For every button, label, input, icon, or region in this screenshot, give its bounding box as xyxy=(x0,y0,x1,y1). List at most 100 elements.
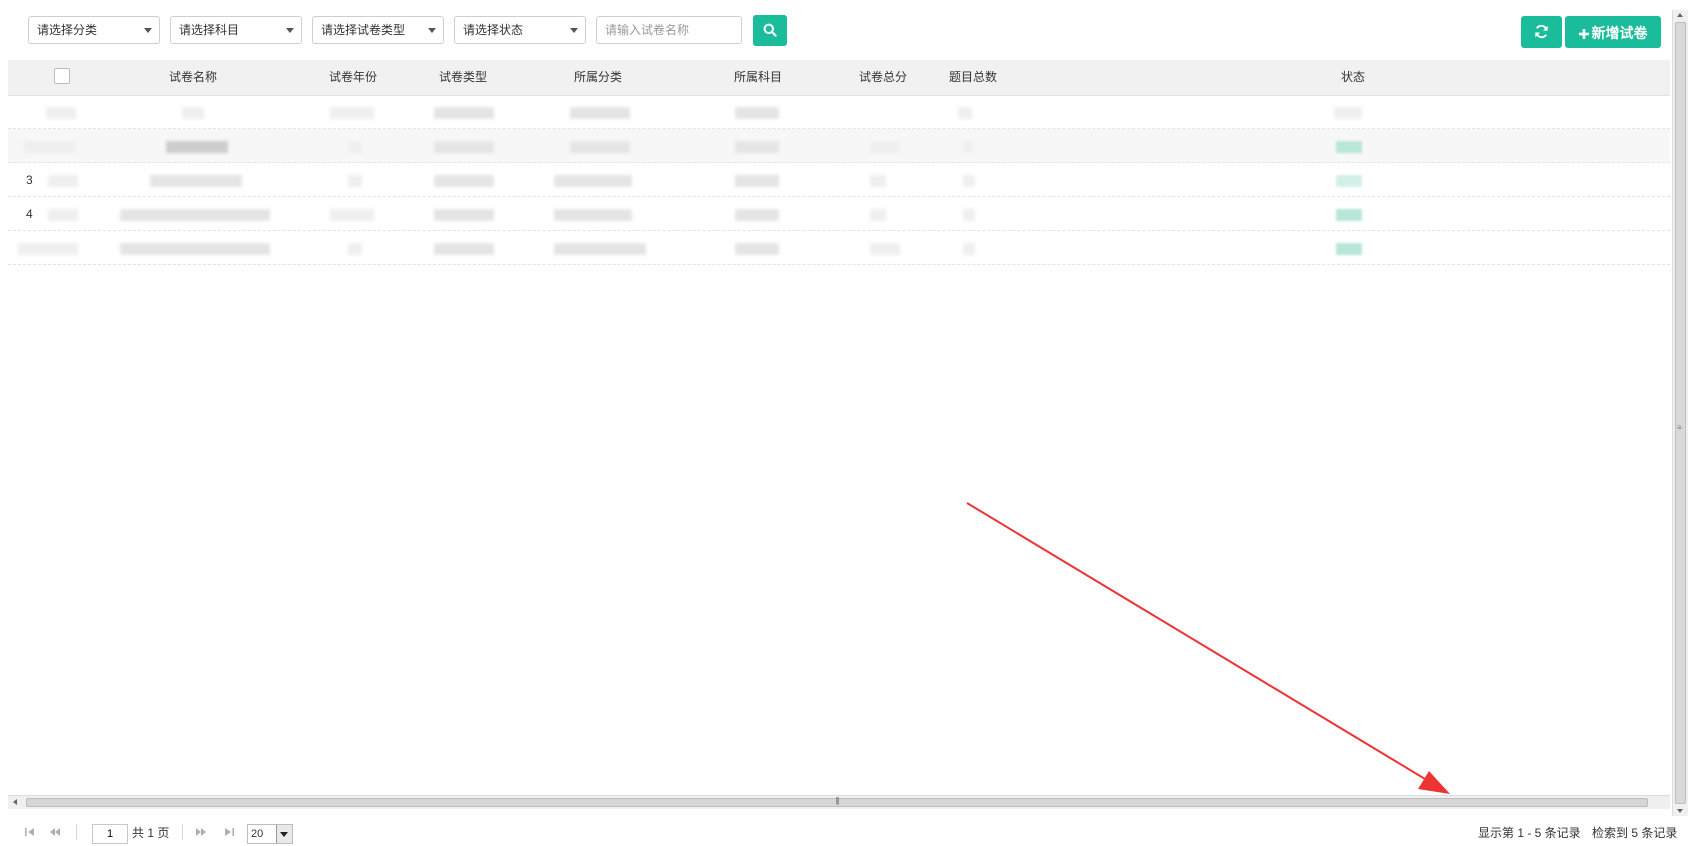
paper-subject-cell xyxy=(735,243,779,255)
total-score-cell xyxy=(870,141,900,153)
table-row[interactable] xyxy=(8,129,1670,163)
paper-type-select[interactable]: 请选择试卷类型 xyxy=(312,16,444,44)
vertical-scrollbar[interactable]: ≡ xyxy=(1672,10,1688,816)
total-score-cell xyxy=(870,243,900,255)
page-size-value: 20 xyxy=(251,828,264,840)
paper-year-cell xyxy=(330,107,374,119)
paper-category-cell xyxy=(554,243,646,255)
status-toggle[interactable] xyxy=(1336,175,1362,187)
status-toggle[interactable] xyxy=(1336,243,1362,255)
pager-divider xyxy=(76,824,77,840)
paper-subject-cell xyxy=(735,141,779,153)
paper-name-cell xyxy=(166,141,228,153)
chevron-down-icon xyxy=(286,28,294,33)
paper-type-cell xyxy=(434,209,494,221)
scroll-up-icon[interactable] xyxy=(1677,13,1683,17)
question-count-cell xyxy=(963,141,973,153)
paper-subject-cell xyxy=(735,175,779,187)
next-page-icon[interactable] xyxy=(195,826,207,838)
horizontal-scrollbar[interactable]: ||| xyxy=(8,795,1670,809)
table-row[interactable]: 3 xyxy=(8,163,1670,197)
paper-name-cell xyxy=(182,107,204,119)
record-total-text: 检索到 5 条记录 xyxy=(1592,826,1678,840)
vertical-scroll-thumb[interactable]: ≡ xyxy=(1675,22,1686,804)
search-icon xyxy=(763,23,777,37)
refresh-button[interactable] xyxy=(1521,16,1562,48)
column-header-subject[interactable]: 所属科目 xyxy=(734,60,782,95)
paper-name-search-input[interactable] xyxy=(596,16,742,44)
grip-icon: ≡ xyxy=(1677,423,1682,432)
status-cell xyxy=(1334,107,1362,119)
last-page-icon[interactable] xyxy=(223,826,235,838)
previous-page-icon[interactable] xyxy=(49,826,61,838)
row-checkbox-cell xyxy=(48,175,78,187)
paper-year-cell xyxy=(348,243,362,255)
page-size-select[interactable]: 20 xyxy=(247,824,293,844)
column-header-type[interactable]: 试卷类型 xyxy=(439,60,487,95)
select-all-checkbox[interactable] xyxy=(54,68,70,84)
status-select[interactable]: 请选择状态 xyxy=(454,16,586,44)
table-row[interactable] xyxy=(8,231,1670,265)
paper-year-cell xyxy=(330,209,374,221)
paper-name-cell xyxy=(120,243,270,255)
row-number: 3 xyxy=(26,173,33,187)
column-header-total-score[interactable]: 试卷总分 xyxy=(859,60,907,95)
paper-subject-cell xyxy=(735,107,779,119)
first-page-icon[interactable] xyxy=(24,826,36,838)
current-page-input[interactable] xyxy=(92,824,128,844)
filter-toolbar: 请选择分类 请选择科目 请选择试卷类型 请选择状态 请输入试卷名称 新增试卷 xyxy=(0,0,1672,60)
category-select-value: 请选择分类 xyxy=(37,23,98,37)
status-toggle[interactable] xyxy=(1336,209,1362,221)
total-score-cell xyxy=(870,209,886,221)
question-count-cell xyxy=(963,243,975,255)
total-pages-text: 共 1 页 xyxy=(132,826,170,840)
add-paper-label: 新增试卷 xyxy=(1591,25,1648,41)
plus-icon xyxy=(1578,29,1589,39)
question-count-cell xyxy=(963,209,975,221)
question-count-cell xyxy=(963,175,975,187)
category-select[interactable]: 请选择分类 xyxy=(28,16,160,44)
exam-paper-list-page: 请选择分类 请选择科目 请选择试卷类型 请选择状态 请输入试卷名称 新增试卷 试… xyxy=(0,0,1698,846)
chevron-down-icon[interactable] xyxy=(276,825,292,843)
status-select-value: 请选择状态 xyxy=(463,23,524,37)
paper-category-cell xyxy=(570,141,630,153)
grip-icon: ||| xyxy=(835,796,839,805)
question-count-cell xyxy=(958,107,972,119)
column-header-category[interactable]: 所属分类 xyxy=(574,60,622,95)
table-header: 试卷名称 试卷年份 试卷类型 所属分类 所属科目 试卷总分 题目总数 状态 xyxy=(8,60,1670,96)
total-score-cell xyxy=(870,175,886,187)
chevron-down-icon xyxy=(144,28,152,33)
paper-subject-cell xyxy=(735,209,779,221)
paper-table: 试卷名称 试卷年份 试卷类型 所属分类 所属科目 试卷总分 题目总数 状态 3 … xyxy=(8,60,1670,793)
subject-select[interactable]: 请选择科目 xyxy=(170,16,302,44)
column-header-name[interactable]: 试卷名称 xyxy=(169,60,217,95)
paper-category-cell xyxy=(554,209,632,221)
paper-year-cell xyxy=(348,141,362,153)
paper-type-cell xyxy=(434,243,494,255)
row-checkbox-cell xyxy=(48,209,78,221)
chevron-down-icon xyxy=(570,28,578,33)
search-button[interactable] xyxy=(753,15,787,46)
horizontal-scroll-thumb[interactable]: ||| xyxy=(26,796,1648,807)
column-header-question-count[interactable]: 题目总数 xyxy=(949,60,997,95)
table-row[interactable]: 4 xyxy=(8,197,1670,231)
paper-type-select-value: 请选择试卷类型 xyxy=(321,23,406,37)
scroll-left-icon[interactable] xyxy=(13,799,17,805)
paper-category-cell xyxy=(570,107,630,119)
subject-select-value: 请选择科目 xyxy=(179,23,240,37)
scroll-down-icon[interactable] xyxy=(1677,809,1683,813)
row-checkbox-cell xyxy=(46,107,76,119)
row-number: 4 xyxy=(26,207,33,221)
column-header-year[interactable]: 试卷年份 xyxy=(329,60,377,95)
paper-type-cell xyxy=(434,141,494,153)
pagination-bar: 共 1 页 20 显示第 1 - 5 条记录 检索到 5 条记录 xyxy=(0,816,1698,846)
column-header-status[interactable]: 状态 xyxy=(1341,60,1365,95)
add-paper-button[interactable]: 新增试卷 xyxy=(1565,16,1661,48)
status-toggle[interactable] xyxy=(1336,141,1362,153)
paper-category-cell xyxy=(554,175,632,187)
chevron-down-icon xyxy=(428,28,436,33)
paper-type-cell xyxy=(434,175,494,187)
table-row[interactable] xyxy=(8,95,1670,129)
paper-year-cell xyxy=(348,175,362,187)
paper-name-cell xyxy=(150,175,242,187)
